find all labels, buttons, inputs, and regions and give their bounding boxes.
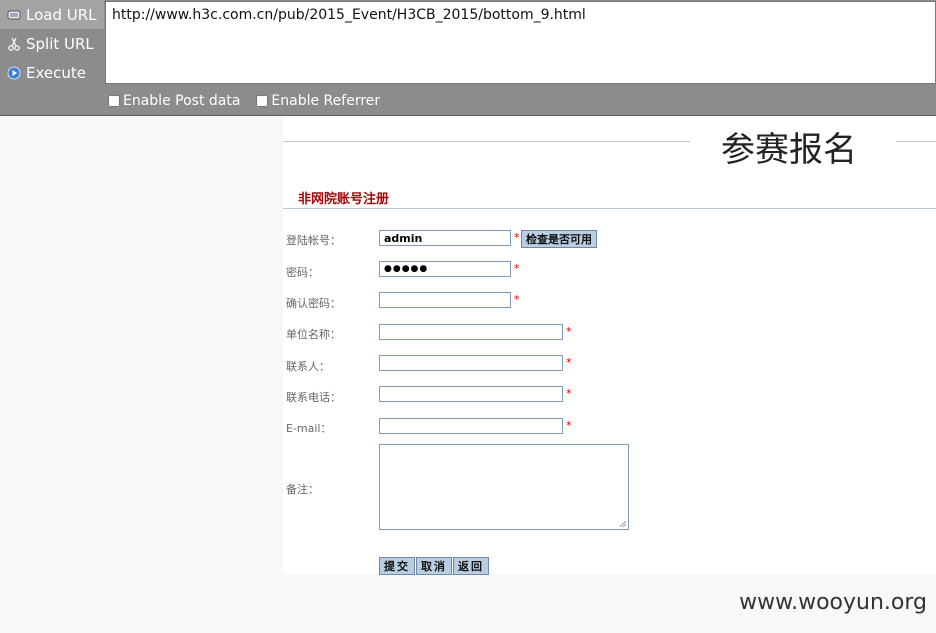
unit-name-label: 单位名称： [286,328,341,341]
notes-label: 备注： [286,483,319,496]
account-label: 登陆帐号： [286,234,341,247]
section-divider [283,208,936,209]
hackbar-toolbar: Load URL Split URL Execute http://www.h3… [0,0,936,116]
unit-name-input[interactable] [379,324,563,340]
enable-referrer-checkbox[interactable] [256,95,269,107]
check-availability-button[interactable]: 检查是否可用 [521,230,597,248]
required-mark: * [514,293,520,306]
email-input[interactable] [379,418,563,434]
load-url-icon [7,8,21,22]
phone-label: 联系电话： [286,391,341,404]
enable-post-checkbox[interactable] [108,95,120,107]
required-mark: * [566,356,572,369]
required-mark: * [514,262,520,275]
contact-label: 联系人： [286,360,330,373]
registration-panel: 参赛报名 非网院账号注册 登陆帐号： * 检查是否可用 密码： ●●●●● * … [283,116,936,575]
split-url-button[interactable]: Split URL [0,29,104,58]
execute-icon [7,66,21,80]
required-mark: * [566,387,572,400]
required-mark: * [566,325,572,338]
url-input[interactable]: http://www.h3c.com.cn/pub/2015_Event/H3C… [105,1,936,84]
hackbar-menu: Load URL Split URL Execute [0,0,104,88]
split-url-icon [7,37,21,51]
resize-grip-icon[interactable] [618,519,627,528]
page-title: 参赛报名 [721,130,857,170]
required-mark: * [566,419,572,432]
contact-input[interactable] [379,355,563,371]
password-input[interactable]: ●●●●● [379,261,511,277]
notes-textarea[interactable] [379,444,629,530]
password-label: 密码： [286,266,319,279]
watermark: www.wooyun.org [739,590,927,615]
confirm-password-label: 确认密码： [286,297,341,310]
load-url-button[interactable]: Load URL [0,0,104,29]
execute-button[interactable]: Execute [0,58,104,87]
confirm-password-input[interactable] [379,292,511,308]
enable-referrer-option[interactable]: Enable Referrer [254,93,380,109]
email-label: E-mail： [286,422,332,435]
back-button[interactable]: 返回 [453,557,489,575]
phone-input[interactable] [379,386,563,402]
heading-divider-left [283,141,690,142]
heading-divider-right [896,141,936,142]
account-input[interactable] [379,230,511,246]
required-mark: * [514,231,520,244]
hackbar-options: Enable Post data Enable Referrer [106,92,394,110]
section-title: 非网院账号注册 [298,192,390,207]
submit-button[interactable]: 提交 [379,557,415,575]
enable-post-option[interactable]: Enable Post data [106,93,240,109]
cancel-button[interactable]: 取消 [416,557,452,575]
